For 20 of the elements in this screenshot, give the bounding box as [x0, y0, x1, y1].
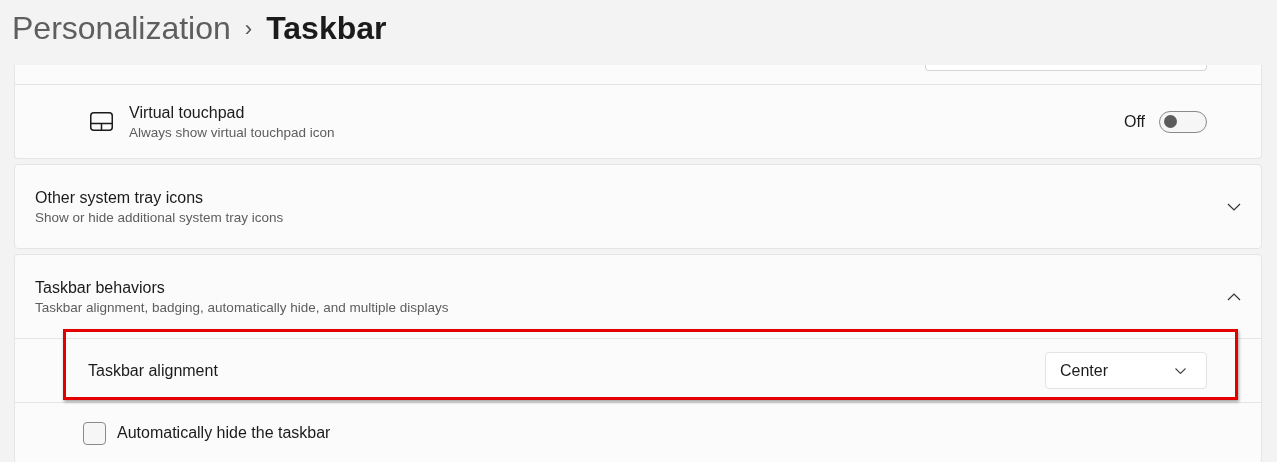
setting-title: Other system tray icons — [35, 188, 205, 207]
toggle-state-label: Off — [1123, 112, 1145, 131]
page-title: Taskbar — [266, 10, 387, 47]
alignment-dropdown[interactable]: Center — [1045, 352, 1207, 389]
setting-description: Taskbar alignment, badging, automatically hide, and multiple displays — [35, 299, 450, 315]
checkbox[interactable] — [83, 421, 106, 445]
settings-card[interactable]: Other system tray icons Show or hide additional system tray icons — [14, 164, 1262, 249]
chevron-up-icon[interactable] — [1227, 292, 1241, 301]
touchpad-icon — [90, 112, 113, 131]
chevron-down-icon[interactable] — [1227, 202, 1241, 211]
checkbox-label: Automatically hide the taskbar — [117, 424, 331, 442]
setting-description: Always show virtual touchpad icon — [129, 124, 336, 140]
setting-title: Taskbar behaviors — [35, 278, 166, 297]
breadcrumb-link[interactable]: Personalization — [12, 10, 231, 47]
toggle-switch[interactable] — [1159, 110, 1207, 133]
setting-description: Show or hide additional system tray icons — [35, 209, 285, 225]
setting-title: Virtual touchpad — [129, 103, 246, 122]
chevron-down-icon — [1175, 367, 1186, 374]
setting-label: Taskbar alignment — [88, 361, 218, 380]
breadcrumb-separator: › — [244, 15, 253, 42]
